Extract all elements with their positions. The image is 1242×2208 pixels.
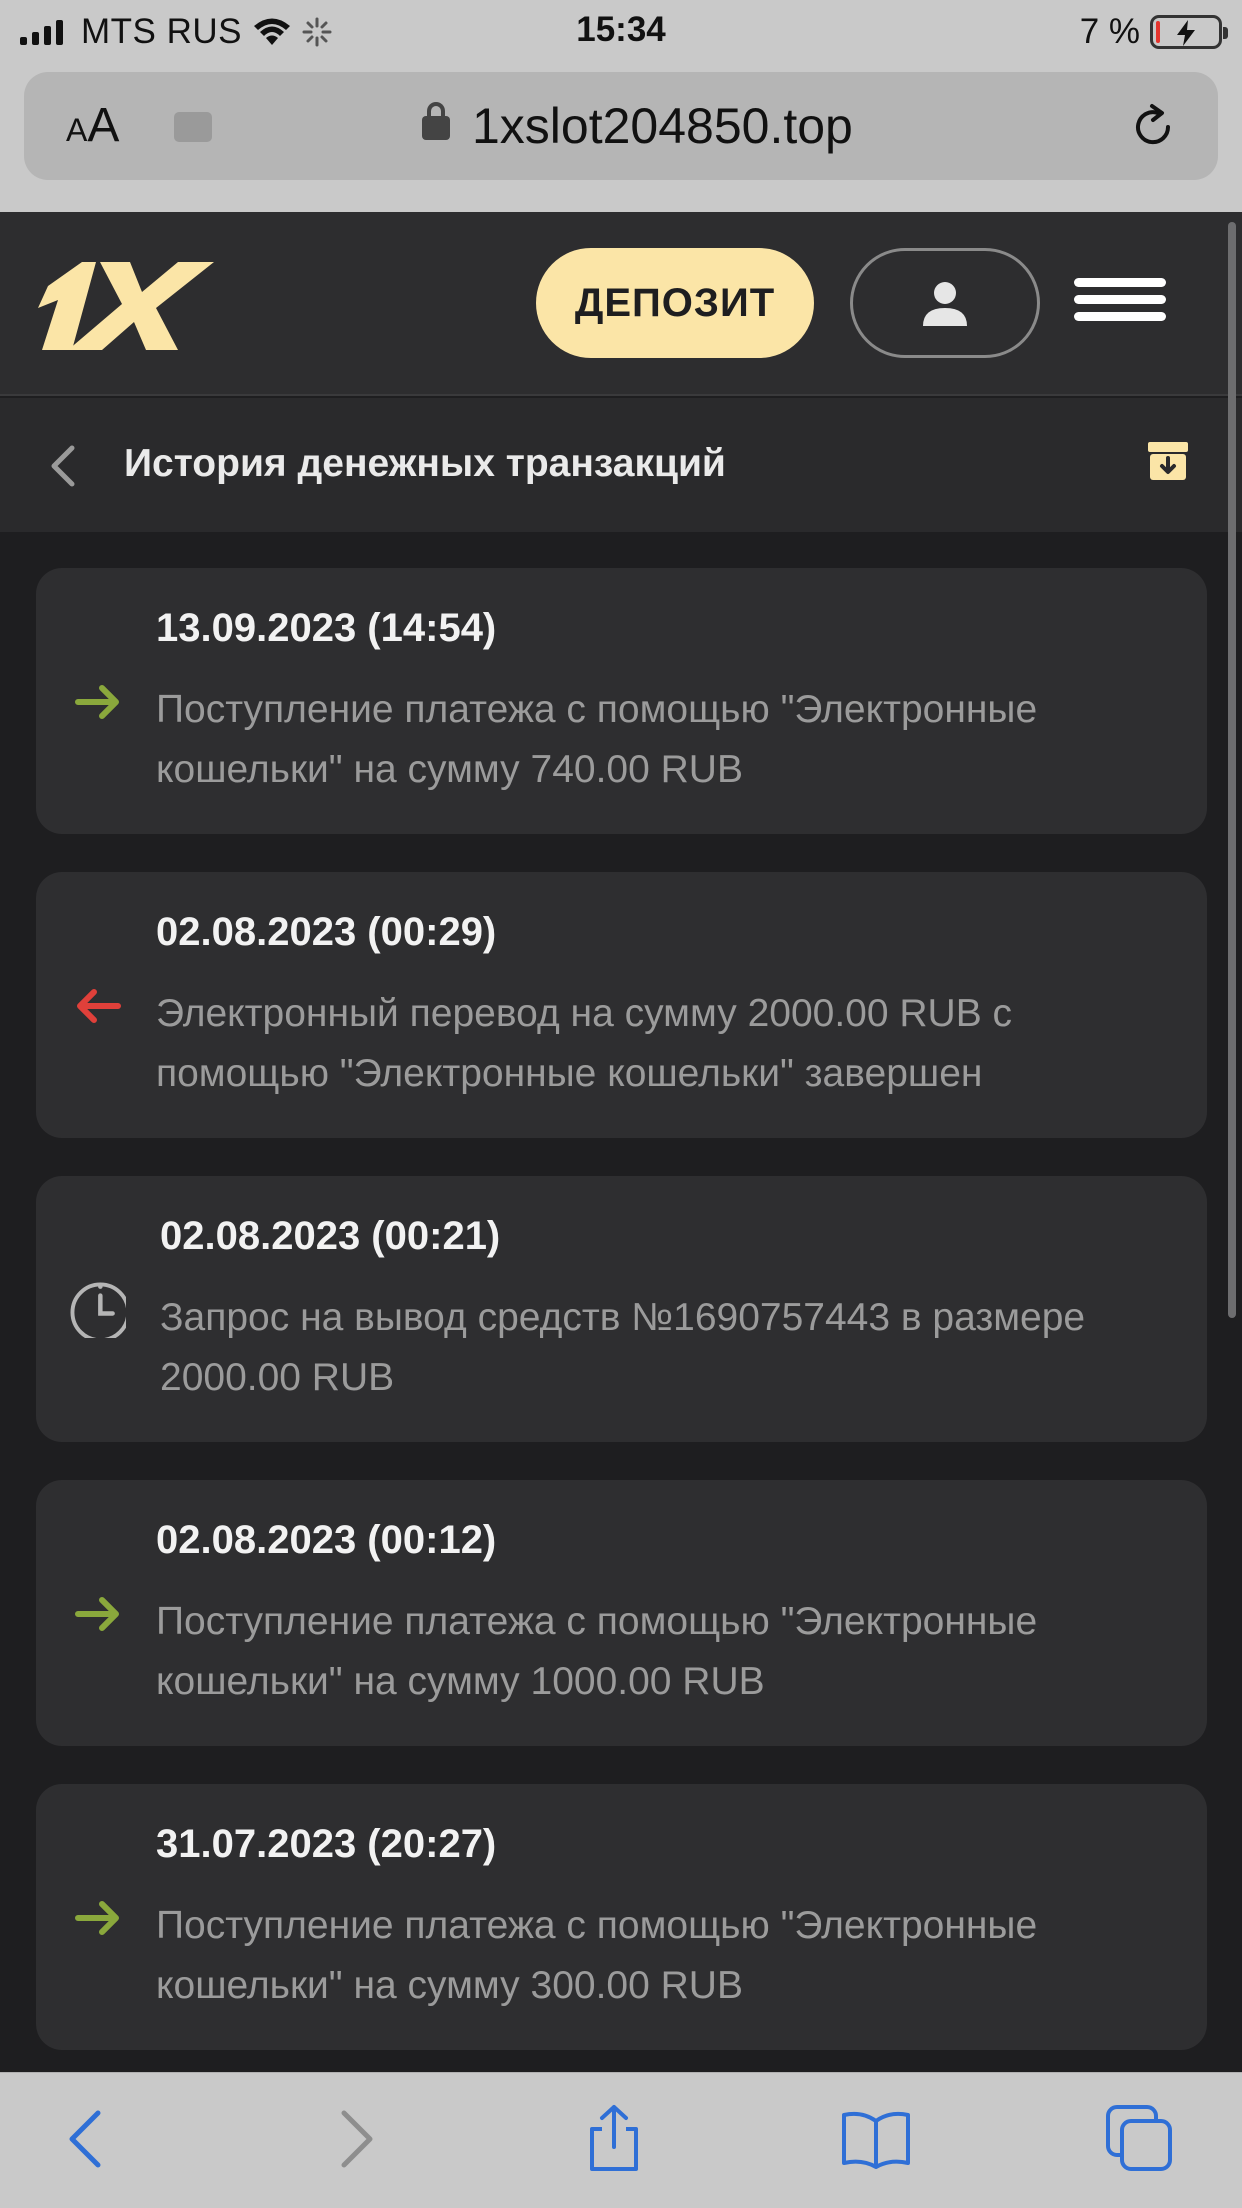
transaction-description: Запрос на вывод средств №1690757443 в ра…	[160, 1296, 1086, 1399]
battery-icon	[1150, 15, 1228, 49]
transaction-card[interactable]: 02.08.2023 (00:12) Поступление платежа с…	[36, 1480, 1207, 1746]
lock-icon	[422, 102, 450, 140]
chevron-left-icon[interactable]	[44, 442, 84, 490]
transactions-list: 13.09.2023 (14:54) Поступление платежа с…	[36, 568, 1207, 2088]
clock-icon	[70, 1282, 126, 1338]
safari-address-area: AA 1xslot204850.top	[0, 62, 1242, 212]
forward-icon[interactable]	[318, 2103, 390, 2175]
address-bar[interactable]: AA 1xslot204850.top	[24, 72, 1218, 180]
charging-bolt-icon	[1177, 20, 1195, 46]
page-scrollbar[interactable]	[1228, 222, 1236, 1318]
user-icon	[923, 282, 967, 326]
sub-header: История денежных транзакций	[0, 398, 1242, 532]
status-time: 15:34	[576, 10, 666, 49]
arrow-right-icon	[75, 1901, 119, 1935]
transaction-date: 02.08.2023 (00:12)	[156, 1518, 497, 1562]
transaction-description: Поступление платежа с помощью "Электронн…	[156, 1904, 1038, 2007]
hamburger-menu-icon[interactable]	[1074, 278, 1166, 330]
url-text[interactable]: 1xslot204850.top	[472, 97, 853, 155]
back-icon[interactable]	[52, 2103, 124, 2175]
arrow-left-icon	[77, 989, 121, 1023]
archive-download-icon[interactable]	[1146, 438, 1190, 482]
arrow-right-icon	[75, 685, 119, 719]
site-logo[interactable]	[38, 256, 218, 356]
transaction-description: Электронный перевод на сумму 2000.00 RUB…	[156, 992, 1013, 1095]
page-title: История денежных транзакций	[124, 442, 726, 485]
transaction-description: Поступление платежа с помощью "Электронн…	[156, 688, 1038, 791]
arrow-right-icon	[75, 1597, 119, 1631]
profile-button[interactable]	[850, 248, 1040, 358]
tabs-icon[interactable]	[1104, 2103, 1176, 2175]
reader-text-size-button[interactable]: AA	[66, 98, 119, 153]
battery-percent: 7 %	[1079, 12, 1140, 51]
battery-level	[1156, 21, 1160, 43]
transaction-card[interactable]: 13.09.2023 (14:54) Поступление платежа с…	[36, 568, 1207, 834]
reload-icon[interactable]	[1128, 102, 1178, 152]
bookmarks-icon[interactable]	[840, 2103, 912, 2175]
deposit-button[interactable]: ДЕПОЗИТ	[536, 248, 814, 358]
status-right: 7 %	[1079, 10, 1228, 54]
share-icon[interactable]	[578, 2103, 650, 2175]
transaction-card[interactable]: 02.08.2023 (00:21) Запрос на вывод средс…	[36, 1176, 1207, 1442]
safari-toolbar	[0, 2072, 1242, 2208]
transaction-card[interactable]: 02.08.2023 (00:29) Электронный перевод н…	[36, 872, 1207, 1138]
transaction-card[interactable]: 31.07.2023 (20:27) Поступление платежа с…	[36, 1784, 1207, 2050]
transaction-date: 31.07.2023 (20:27)	[156, 1822, 497, 1866]
status-bar: MTS RUS 15:34 7 %	[0, 0, 1242, 62]
transaction-date: 13.09.2023 (14:54)	[156, 606, 497, 650]
site-header: ДЕПОЗИТ	[0, 212, 1242, 396]
transaction-date: 02.08.2023 (00:29)	[156, 910, 497, 954]
transaction-date: 02.08.2023 (00:21)	[160, 1214, 501, 1258]
extension-icon[interactable]	[174, 112, 212, 142]
transaction-description: Поступление платежа с помощью "Электронн…	[156, 1600, 1038, 1703]
